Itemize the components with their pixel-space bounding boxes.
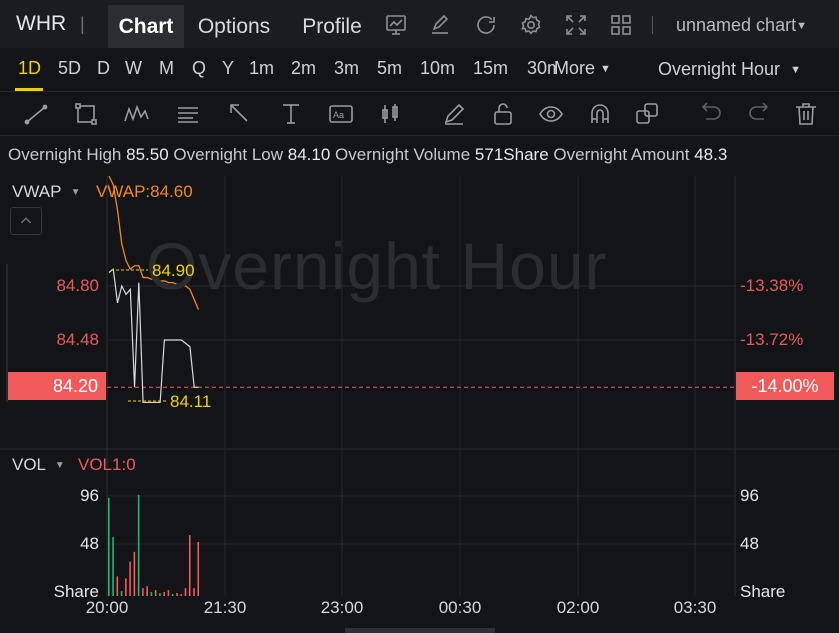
volume-axis-label: 96	[740, 486, 759, 505]
watermark: Overnight Hour	[146, 229, 608, 303]
time-axis-label: 02:00	[556, 598, 600, 617]
volume-bar	[180, 594, 183, 596]
time-axis-label: 00:30	[438, 598, 482, 617]
volume-indicator-dropdown[interactable]: VOL ▼	[12, 455, 65, 475]
volume-axis-label: 96	[80, 486, 99, 505]
volume-bar	[176, 593, 178, 596]
time-axis-label: 23:00	[320, 598, 364, 617]
volume-bar	[146, 586, 148, 596]
volume-bar	[142, 588, 144, 596]
timeline-scrollbar[interactable]	[345, 628, 495, 633]
vwap-indicator-dropdown[interactable]: VWAP ▼	[12, 182, 80, 202]
percent-axis-label: -13.72%	[740, 330, 804, 349]
volume-value: VOL1:0	[78, 455, 136, 474]
volume-axis-label: 48	[740, 534, 759, 553]
price-axis-label: 84.48	[56, 330, 99, 349]
price-chart[interactable]	[0, 0, 839, 633]
low-annotation: 84.11	[170, 392, 212, 411]
chevron-down-icon: ▼	[70, 187, 81, 198]
volume-axis-label: 48	[80, 534, 99, 553]
time-axis-label: 20:00	[85, 598, 129, 617]
price-axis-label: 84.80	[56, 276, 99, 295]
volume-bar	[171, 594, 174, 596]
volume-legend-label: VOL	[12, 455, 46, 474]
high-annotation: 84.90	[152, 261, 195, 280]
volume-bar	[193, 588, 195, 596]
time-axis-label: 03:30	[673, 598, 717, 617]
current-percent-tag: -14.00%	[736, 372, 834, 400]
collapse-button[interactable]	[10, 207, 42, 235]
volume-bar	[154, 590, 157, 596]
vwap-value: VWAP:84.60	[96, 182, 193, 201]
volume-bar	[159, 593, 161, 596]
volume-bar	[150, 592, 153, 596]
percent-axis-label: -13.38%	[740, 276, 804, 295]
volume-axis-unit: Share	[740, 582, 786, 601]
volume-bar	[120, 591, 123, 596]
volume-bar	[197, 542, 200, 596]
volume-bar	[108, 497, 110, 596]
volume-bar	[184, 588, 187, 596]
volume-bar	[137, 494, 140, 596]
volume-bar	[163, 592, 165, 596]
volume-bar	[188, 535, 191, 596]
current-price-tag: 84.20	[8, 372, 106, 400]
chevron-up-icon	[20, 217, 32, 224]
volume-bar	[125, 578, 127, 596]
volume-bar	[167, 590, 170, 596]
time-axis-label: 21:30	[203, 598, 247, 617]
vwap-legend-label: VWAP	[12, 182, 62, 201]
volume-bar	[129, 561, 131, 596]
volume-bar	[133, 551, 136, 596]
chevron-down-icon: ▼	[54, 460, 65, 471]
volume-bar	[116, 576, 119, 596]
volume-bar	[112, 537, 114, 596]
